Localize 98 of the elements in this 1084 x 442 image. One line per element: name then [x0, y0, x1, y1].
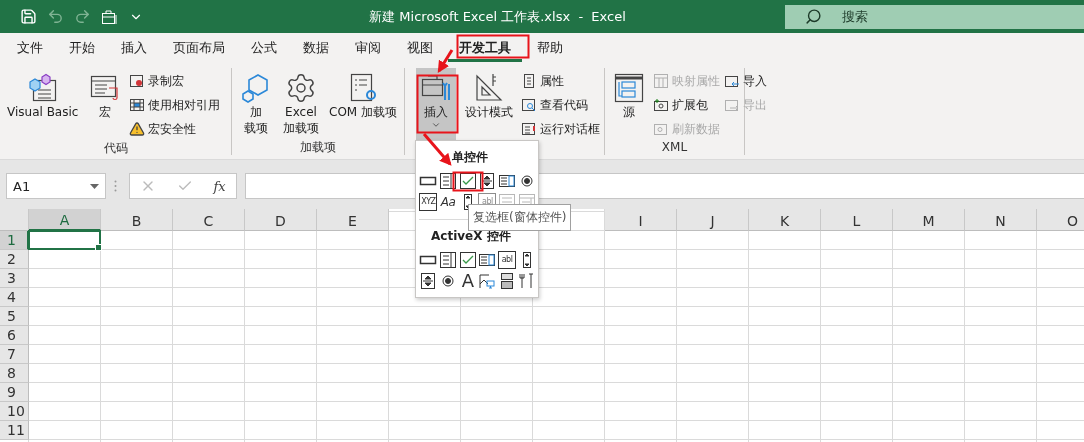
ribbon-button[interactable]: Visual Basic: [4, 68, 82, 140]
spin-button-icon[interactable]: [478, 172, 497, 190]
spin-button-icon[interactable]: [419, 272, 438, 290]
toggle-button-icon[interactable]: [498, 272, 516, 290]
ribbon-button[interactable]: 源: [609, 68, 649, 140]
column-header[interactable]: C: [173, 209, 245, 231]
highlight-frame: [416, 74, 459, 134]
search-icon: [805, 8, 822, 25]
radio-button-icon[interactable]: [439, 272, 457, 290]
ribbon-tab[interactable]: 开始: [58, 33, 106, 62]
ribbon-button[interactable]: Excel 加载项: [280, 68, 322, 139]
group-box-icon[interactable]: XYZ: [419, 193, 438, 211]
checkbox-control-icon[interactable]: [458, 251, 477, 269]
search-field[interactable]: 搜索: [785, 4, 1084, 29]
text-field-icon[interactable]: abl: [498, 251, 516, 269]
ribbon-tab[interactable]: 帮助: [526, 33, 574, 62]
refresh-data-icon: [653, 121, 669, 137]
column-header[interactable]: K: [749, 209, 821, 231]
row-header[interactable]: 9: [0, 383, 29, 402]
record-macro-icon: [129, 73, 146, 89]
export-icon: [724, 97, 740, 113]
column-header[interactable]: E: [317, 209, 389, 231]
save-icon[interactable]: [20, 8, 37, 25]
row-header[interactable]: 1: [0, 231, 29, 250]
arrow: [422, 133, 452, 166]
table-grid-icon: [129, 97, 146, 113]
menu-section-title: 单控件: [452, 150, 488, 164]
properties-icon: [521, 73, 537, 89]
ribbon-tab[interactable]: 视图: [396, 33, 444, 62]
group-label: XML: [661, 140, 688, 154]
ribbon-button[interactable]: 导入: [724, 70, 767, 92]
highlight-frame: [452, 171, 484, 192]
arrow: [437, 49, 454, 74]
list-box-icon[interactable]: [478, 251, 497, 269]
ribbon-button[interactable]: 录制宏: [129, 70, 221, 92]
map-properties-icon: [653, 73, 669, 89]
insert-function-button[interactable]: fx: [213, 178, 226, 194]
caret-icon: [90, 183, 99, 189]
ribbon-tab[interactable]: 页面布局: [162, 33, 236, 62]
row-header[interactable]: 11: [0, 421, 29, 440]
row-header[interactable]: 8: [0, 364, 29, 383]
ribbon-button[interactable]: 加 载项: [236, 68, 276, 139]
fill-handle[interactable]: [95, 244, 102, 251]
ribbon-button[interactable]: 使用相对引用: [129, 94, 221, 116]
visual-basic-icon: [26, 72, 59, 104]
expansion-pack-icon: [653, 97, 669, 113]
ribbon-button[interactable]: COM 加载项: [326, 68, 400, 139]
column-header[interactable]: I: [605, 209, 677, 231]
label-control-icon[interactable]: A: [458, 272, 477, 290]
import-icon: [724, 73, 740, 89]
window-title: 新建 Microsoft Excel 工作表.xlsx - Excel: [368, 7, 627, 26]
tooltip: 复选框(窗体控件): [468, 204, 572, 231]
column-header[interactable]: M: [893, 209, 965, 231]
active-cell[interactable]: [28, 230, 101, 250]
toolbox-icon[interactable]: [101, 8, 119, 25]
ribbon-tab[interactable]: 插入: [110, 33, 158, 62]
image-control-icon[interactable]: [478, 272, 497, 290]
column-header[interactable]: D: [245, 209, 317, 231]
row-header[interactable]: 7: [0, 345, 29, 364]
view-code-icon: [521, 97, 537, 113]
menu-section-title: ActiveX 控件: [431, 229, 511, 243]
name-box[interactable]: A1: [6, 173, 106, 199]
ribbon-button[interactable]: 属性: [521, 70, 600, 92]
column-header[interactable]: O: [1037, 209, 1084, 231]
ribbon-button[interactable]: 宏: [85, 68, 126, 140]
warning-icon: [129, 121, 146, 137]
row-header[interactable]: 6: [0, 326, 29, 345]
column-header[interactable]: J: [677, 209, 749, 231]
row-header[interactable]: 4: [0, 288, 29, 307]
group-label: 代码: [103, 141, 128, 155]
combo-box-icon[interactable]: [439, 251, 457, 269]
ribbon-button[interactable]: 查看代码: [521, 94, 600, 116]
ribbon-button[interactable]: 宏安全性: [129, 118, 221, 140]
tools-icon[interactable]: [517, 272, 536, 290]
ribbon-tab[interactable]: 数据: [292, 33, 340, 62]
column-header[interactable]: B: [101, 209, 173, 231]
ribbon-tab[interactable]: 审阅: [344, 33, 392, 62]
ribbon-tab[interactable]: 公式: [240, 33, 288, 62]
xml-source-icon: [613, 72, 645, 104]
row-header[interactable]: 2: [0, 250, 29, 269]
row-header[interactable]: 3: [0, 269, 29, 288]
group-label: 加载项: [300, 140, 336, 154]
column-header[interactable]: A: [29, 209, 101, 231]
ribbon-button[interactable]: 设计模式: [462, 68, 515, 140]
checkbox-control-icon[interactable]: [458, 172, 477, 190]
row-header[interactable]: 10: [0, 402, 29, 421]
column-header[interactable]: N: [965, 209, 1037, 231]
list-box-icon[interactable]: [498, 172, 516, 190]
ribbon-button[interactable]: 扩展包: [653, 94, 720, 116]
row-header[interactable]: 5: [0, 307, 29, 326]
drag-handle-icon[interactable]: [114, 180, 117, 192]
combo-box-icon[interactable]: [439, 172, 457, 190]
column-header[interactable]: L: [821, 209, 893, 231]
ribbon-tab[interactable]: 文件: [6, 33, 54, 62]
dialog-icon: [521, 121, 537, 137]
settings-icon: [285, 72, 317, 104]
ribbon-button[interactable]: 运行对话框: [521, 118, 600, 140]
label-control-icon[interactable]: Aa: [439, 193, 457, 211]
